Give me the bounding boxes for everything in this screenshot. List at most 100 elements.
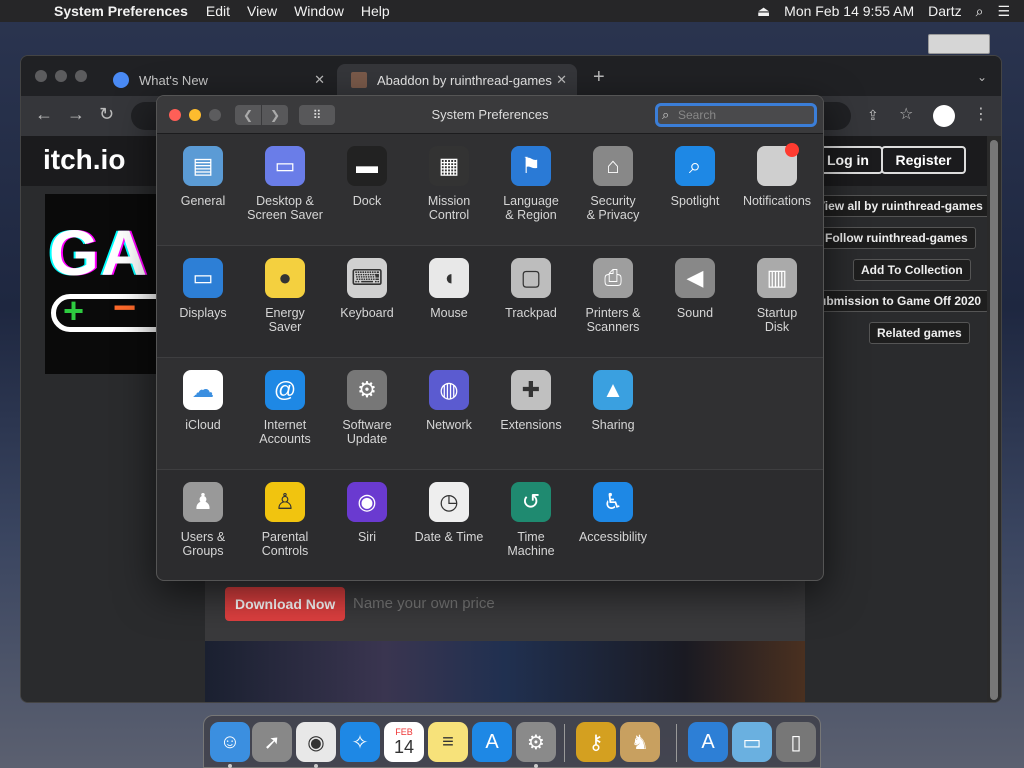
menu-view[interactable]: View xyxy=(247,3,277,19)
share-icon[interactable]: ⇪ xyxy=(867,107,879,124)
banner-text: GA xyxy=(49,217,149,289)
pane-gear[interactable]: ⚙ Software Update xyxy=(326,362,408,466)
back-icon[interactable]: ← xyxy=(35,104,53,125)
pane-label: Energy Saver xyxy=(265,306,305,334)
pane-puzzle[interactable]: ✚ Extensions xyxy=(490,362,572,466)
itch-logo[interactable]: itch.io xyxy=(43,144,125,176)
game-screenshots[interactable] xyxy=(205,641,805,702)
more-menu-icon[interactable]: ⋮ xyxy=(973,104,989,124)
search-field[interactable]: ⌕ xyxy=(655,103,817,127)
pane-globe[interactable]: ◍ Network xyxy=(408,362,490,466)
related-games-button[interactable]: Related games xyxy=(869,322,970,344)
safari-icon[interactable]: ✧ xyxy=(340,722,380,762)
pane-dock[interactable]: ▬ Dock xyxy=(326,138,408,242)
pane-speaker[interactable]: ◀ Sound xyxy=(654,250,736,354)
zoom-window-button[interactable] xyxy=(75,70,87,82)
pane-mission-control[interactable]: ▦ Mission Control xyxy=(408,138,490,242)
pane-cloud[interactable]: ☁ iCloud xyxy=(162,362,244,466)
trackpad-icon: ▢ xyxy=(511,258,551,298)
pane-accessibility[interactable]: ♿ Accessibility xyxy=(572,474,654,578)
desktop-drive-icon[interactable] xyxy=(928,34,990,54)
tab-search-chevron-icon[interactable]: ⌄ xyxy=(977,70,987,84)
pane-label: Security & Privacy xyxy=(586,194,640,222)
close-tab-icon[interactable]: ✕ xyxy=(556,72,567,88)
spotlight-menu-icon[interactable]: ⌕ xyxy=(976,3,984,20)
eject-icon[interactable]: ⏏ xyxy=(757,3,770,20)
pane-label: Keyboard xyxy=(340,306,394,320)
flag-icon: ⚑ xyxy=(511,146,551,186)
pane-magnifier[interactable]: ⌕ Spotlight xyxy=(654,138,736,242)
menu-app-name[interactable]: System Preferences xyxy=(54,3,188,19)
app-store-folder-icon[interactable]: A xyxy=(688,722,728,762)
pane-mouse[interactable]: ◖ Mouse xyxy=(408,250,490,354)
pane-users[interactable]: ♟ Users & Groups xyxy=(162,474,244,578)
price-hint[interactable]: Name your own price xyxy=(353,595,495,612)
pane-trackpad[interactable]: ▢ Trackpad xyxy=(490,250,572,354)
pane-label: Desktop & Screen Saver xyxy=(247,194,323,222)
close-window-button[interactable] xyxy=(35,70,47,82)
menu-help[interactable]: Help xyxy=(361,3,390,19)
chess-icon[interactable]: ♞ xyxy=(620,722,660,762)
trash-icon[interactable]: ▯ xyxy=(776,722,816,762)
pane-siri[interactable]: ◉ Siri xyxy=(326,474,408,578)
finder-icon[interactable]: ☺ xyxy=(210,722,250,762)
menu-window[interactable]: Window xyxy=(294,3,344,19)
close-tab-icon[interactable]: ✕ xyxy=(314,72,325,88)
pane-label: Sound xyxy=(676,306,714,320)
pane-label: Extensions xyxy=(500,418,562,432)
mission-control-icon: ▦ xyxy=(429,146,469,186)
pane-label: Dock xyxy=(352,194,382,208)
chrome-icon[interactable]: ◉ xyxy=(296,722,336,762)
pane-lightbulb[interactable]: ● Energy Saver xyxy=(244,250,326,354)
control-center-icon[interactable]: ☰ xyxy=(997,3,1010,20)
search-icon: ⌕ xyxy=(662,107,670,122)
pane-label: Time Machine xyxy=(507,530,555,558)
running-indicator xyxy=(228,764,232,768)
pane-house-lock[interactable]: ⌂ Security & Privacy xyxy=(572,138,654,242)
pane-row: ▭ Displays ● Energy Saver ⌨ Keyboard ◖ Mouse ▢ Tr… xyxy=(157,246,823,358)
pane-at[interactable]: @ Internet Accounts xyxy=(244,362,326,466)
puzzle-icon: ✚ xyxy=(511,370,551,410)
pane-time-machine[interactable]: ↺ Time Machine xyxy=(490,474,572,578)
profile-avatar-icon[interactable] xyxy=(933,105,955,127)
reload-icon[interactable]: ↻ xyxy=(99,104,114,125)
bookmark-star-icon[interactable]: ☆ xyxy=(899,104,913,124)
download-now-button[interactable]: Download Now xyxy=(225,587,346,621)
menu-datetime[interactable]: Mon Feb 14 9:55 AM xyxy=(784,3,914,19)
system-preferences-icon[interactable]: ⚙ xyxy=(516,722,556,762)
launchpad-icon[interactable]: ➚ xyxy=(252,722,292,762)
pane-notifications[interactable]: Notifications xyxy=(736,138,818,242)
menu-edit[interactable]: Edit xyxy=(206,3,230,19)
keychain-icon[interactable]: ⚷ xyxy=(576,722,616,762)
new-tab-icon[interactable]: + xyxy=(593,66,605,89)
page-scrollbar[interactable] xyxy=(987,136,1001,702)
pane-keyboard[interactable]: ⌨ Keyboard xyxy=(326,250,408,354)
tab-abaddon[interactable]: Abaddon by ruinthread-games ✕ xyxy=(337,64,577,96)
pane-desktop[interactable]: ▭ Desktop & Screen Saver xyxy=(244,138,326,242)
pane-clock[interactable]: ◷ Date & Time xyxy=(408,474,490,578)
submission-button[interactable]: Submission to Game Off 2020 xyxy=(803,290,990,312)
downloads-folder-icon[interactable]: ▭ xyxy=(732,722,772,762)
notes-icon[interactable]: ≡ xyxy=(428,722,468,762)
menu-user[interactable]: Dartz xyxy=(928,3,961,19)
tab-whats-new[interactable]: What's New ✕ xyxy=(99,64,335,96)
pane-row: ▤ General ▭ Desktop & Screen Saver ▬ Dock ▦ Mis… xyxy=(157,134,823,246)
calendar-icon[interactable]: FEB 14 xyxy=(384,722,424,762)
pane-folder-sign[interactable]: ▲ Sharing xyxy=(572,362,654,466)
scrollbar-thumb[interactable] xyxy=(990,140,998,700)
add-to-collection-button[interactable]: Add To Collection xyxy=(853,259,971,281)
forward-icon[interactable]: → xyxy=(67,104,85,125)
register-button[interactable]: Register xyxy=(881,146,966,174)
minimize-window-button[interactable] xyxy=(55,70,67,82)
view-all-by-button[interactable]: View all by ruinthread-games xyxy=(809,195,991,217)
pane-disk[interactable]: ▥ Startup Disk xyxy=(736,250,818,354)
pane-parental[interactable]: ♙ Parental Controls xyxy=(244,474,326,578)
pane-flag[interactable]: ⚑ Language & Region xyxy=(490,138,572,242)
printer-icon: ⎙ xyxy=(593,258,633,298)
pane-general[interactable]: ▤ General xyxy=(162,138,244,242)
app-store-icon[interactable]: A xyxy=(472,722,512,762)
follow-button[interactable]: Follow ruinthread-games xyxy=(817,227,976,249)
pane-printer[interactable]: ⎙ Printers & Scanners xyxy=(572,250,654,354)
search-input[interactable] xyxy=(678,107,808,123)
pane-display[interactable]: ▭ Displays xyxy=(162,250,244,354)
